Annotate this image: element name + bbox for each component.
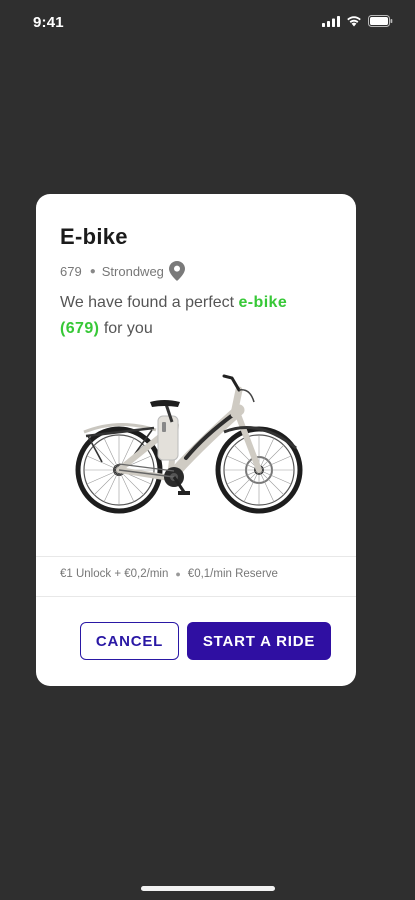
pricing-separator: ●: [175, 569, 181, 579]
start-ride-button[interactable]: START A RIDE: [187, 622, 331, 660]
card-title: E-bike: [60, 224, 128, 249]
pricing-divider-top: [36, 556, 356, 557]
bike-id: 679: [60, 263, 82, 279]
message-prefix: We have found a perfect: [60, 294, 235, 311]
status-time: 9:41: [33, 14, 64, 31]
signal-icon: [322, 15, 340, 27]
battery-icon: [368, 15, 393, 27]
pricing-info: €1 Unlock + €0,2/min ● €0,1/min Reserve: [60, 568, 278, 580]
wifi-icon: [347, 16, 361, 27]
message-suffix: for you: [103, 320, 153, 337]
bike-found-card: E-bike 679 ● Strondweg We have found a p…: [36, 194, 356, 686]
bike-meta: 679 ● Strondweg: [60, 261, 185, 281]
cancel-button[interactable]: CANCEL: [80, 622, 179, 660]
pricing-unlock: €1 Unlock + €0,2/min: [60, 568, 169, 580]
home-indicator[interactable]: [141, 886, 275, 891]
message-bike-id: (679): [60, 320, 100, 337]
found-message: We have found a perfect e-bike (679) for…: [60, 290, 340, 342]
meta-separator: ●: [89, 265, 96, 277]
status-icons: [322, 15, 393, 27]
pricing-divider-bottom: [36, 596, 356, 597]
location-pin-icon[interactable]: [168, 261, 185, 281]
e-bike-image: [75, 374, 303, 514]
status-bar: 9:41: [0, 0, 415, 44]
bike-location: Strondweg: [101, 263, 164, 279]
pricing-reserve: €0,1/min Reserve: [187, 568, 278, 580]
message-bike-name: e-bike: [238, 294, 288, 311]
